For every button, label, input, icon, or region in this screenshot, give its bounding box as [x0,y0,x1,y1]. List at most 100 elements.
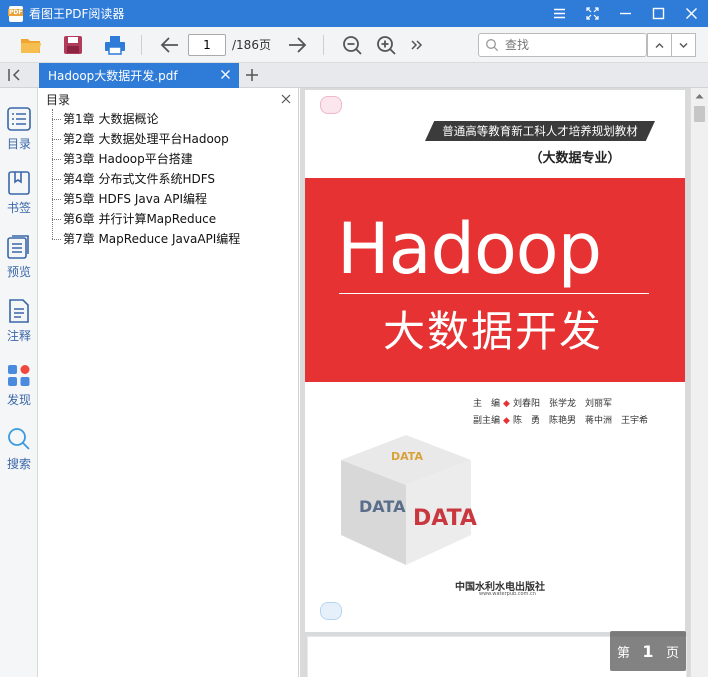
search-previous-button[interactable] [647,33,672,57]
chief-editor-label: 主 编 [473,399,501,409]
vertical-scrollbar[interactable] [690,88,708,677]
zoom-in-button[interactable] [372,31,400,59]
triangle-up-icon [695,94,704,99]
close-window-button[interactable] [675,0,708,27]
rail-item-label: 搜索 [6,457,31,471]
zoom-out-icon [343,35,362,55]
maximize-button[interactable] [642,0,675,27]
scroll-thumb[interactable] [694,106,705,122]
fullscreen-icon [586,7,599,20]
data-cube-illustration: DATA DATA DATA [331,430,481,570]
deputy-editor-label: 副主编 [473,416,501,426]
rail-item-search[interactable]: 搜索 [0,420,38,482]
search-box[interactable] [478,33,647,57]
maximize-icon [652,7,665,20]
search-input[interactable] [505,38,645,52]
page-number-input[interactable] [188,33,226,56]
rail-item-label: 目录 [6,137,31,151]
cover-title-en: Hadoop [337,208,602,290]
open-file-button[interactable] [17,31,45,59]
document-tab-label: Hadoop大数据开发.pdf [48,69,178,83]
save-icon [64,35,82,54]
close-tab-icon[interactable] [220,69,231,80]
outline-list-icon [7,107,31,131]
close-icon [686,8,697,19]
publisher-url: www.waterpub.com.cn [479,591,536,597]
menu-button[interactable] [543,0,576,27]
page-indicator-suffix: 页 [665,645,679,661]
search-next-button[interactable] [671,33,696,57]
outline-item-chapter-1[interactable]: 第1章 大数据概论 [39,109,298,129]
arrow-left-icon [160,36,178,53]
search-icon [486,39,499,52]
save-button[interactable] [59,31,87,59]
chief-editors-line: 主 编 ◆ 刘春阳 张学龙 刘丽军 [473,399,612,409]
fullscreen-button[interactable] [576,0,609,27]
rail-item-label: 注释 [6,329,31,343]
app-title: 看图王PDF阅读器 [29,7,125,21]
bookmark-icon [8,171,30,195]
zoom-out-button[interactable] [338,31,366,59]
publisher-badge-icon [320,96,342,114]
pdf-page-cover: 普通高等教育新工科人才培养规划教材 （大数据专业） Hadoop 大数据开发 主… [305,90,685,632]
chevron-up-icon [655,42,664,48]
outline-title: 目录 [46,92,71,107]
cover-major: （大数据专业） [529,151,621,166]
outline-list: 第1章 大数据概论 第2章 大数据处理平台Hadoop 第3章 Hadoop平台… [39,109,298,249]
rail-item-label: 预览 [6,265,31,279]
cover-title-cn: 大数据开发 [383,307,604,356]
rail-item-annotation[interactable]: 注释 [0,292,38,354]
previous-page-button[interactable] [156,31,184,59]
discover-grid-icon [8,365,30,386]
rail-item-discover[interactable]: 发现 [0,356,38,418]
cube-word-top: DATA [391,450,423,463]
chevron-down-icon [679,42,688,48]
outline-item-chapter-5[interactable]: 第5章 HDFS Java API编程 [39,189,298,209]
outline-item-chapter-6[interactable]: 第6章 并行计算MapReduce [39,209,298,229]
outline-item-chapter-2[interactable]: 第2章 大数据处理平台Hadoop [39,129,298,149]
arrow-right-icon [288,36,307,53]
page-total: /186页 [232,38,271,52]
minimize-button[interactable] [609,0,642,27]
collapse-sidebar-icon[interactable] [6,67,24,83]
app-logo-icon [8,5,24,22]
rail-item-label: 发现 [6,393,31,407]
page-indicator-prefix: 第 [617,645,631,661]
page-indicator: 第 1 页 [610,631,686,671]
next-page-button[interactable] [283,31,311,59]
rail-item-bookmark[interactable]: 书签 [0,164,38,226]
scroll-up-button[interactable] [691,88,708,104]
print-button[interactable] [101,31,129,59]
folder-icon [21,38,41,53]
cover-title-rule [339,293,649,294]
page-indicator-number: 1 [642,641,654,661]
rail-item-label: 书签 [6,201,31,215]
outline-item-chapter-3[interactable]: 第3章 Hadoop平台搭建 [39,149,298,169]
search-icon [8,428,30,450]
tab-bar: Hadoop大数据开发.pdf [0,63,708,88]
cover-title-band: Hadoop 大数据开发 [305,178,685,382]
deputy-editors: 陈 勇 陈艳男 蒋中洲 王宇希 [512,416,648,426]
chief-editors: 刘春阳 张学龙 刘丽军 [512,399,612,409]
publisher-badge-icon [320,602,342,620]
data-cube-image: DATA DATA DATA [341,435,477,565]
toolbar-divider [141,34,142,55]
cube-word-right: DATA [413,506,477,531]
more-tools-button[interactable] [402,31,430,59]
outline-header: 目录 [39,88,298,110]
double-chevron-right-icon [411,39,423,50]
side-rail: 目录 书签 预览 注释 发现 搜索 [0,88,38,677]
cube-word-left: DATA [359,497,406,516]
rail-item-preview[interactable]: 预览 [0,228,38,290]
deputy-editors-line: 副主编 ◆ 陈 勇 陈艳男 蒋中洲 王宇希 [473,416,648,426]
outline-item-chapter-4[interactable]: 第4章 分布式文件系统HDFS [39,169,298,189]
outline-item-chapter-7[interactable]: 第7章 MapReduce JavaAPI编程 [39,229,298,249]
add-tab-icon[interactable] [245,68,259,82]
minimize-icon [620,12,631,15]
rail-item-outline[interactable]: 目录 [0,100,38,162]
toolbar-divider [322,34,324,55]
document-tab[interactable]: Hadoop大数据开发.pdf [39,63,239,88]
close-panel-icon[interactable] [281,94,291,104]
series-banner: 普通高等教育新工科人才培养规划教材 [425,121,655,141]
document-viewport[interactable]: 普通高等教育新工科人才培养规划教材 （大数据专业） Hadoop 大数据开发 主… [300,88,690,677]
